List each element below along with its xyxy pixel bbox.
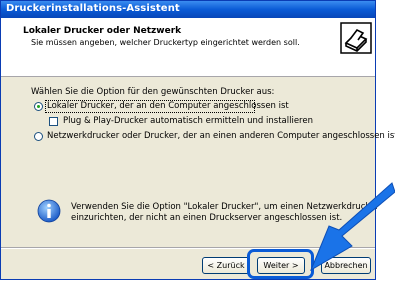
wizard-header: Lokaler Drucker oder Netzwerk Sie müssen…	[1, 18, 375, 77]
info-text-line2: einzurichten, der nicht an einen Druckse…	[71, 213, 343, 223]
info-icon	[37, 199, 61, 223]
title-bar[interactable]: Druckerinstallations-Assistent	[1, 1, 375, 18]
option-local-printer-label[interactable]: Lokaler Drucker, der an den Computer ang…	[47, 101, 289, 111]
header-title: Lokaler Drucker oder Netzwerk	[23, 26, 182, 36]
checkbox-plug-and-play[interactable]	[49, 117, 58, 126]
back-button[interactable]: < Zurück	[202, 257, 250, 274]
option-plug-and-play-label[interactable]: Plug & Play-Drucker automatisch ermittel…	[63, 116, 313, 126]
window-title: Druckerinstallations-Assistent	[6, 3, 180, 14]
next-button-highlight	[247, 249, 314, 279]
radio-local-printer[interactable]	[34, 102, 43, 111]
header-subtitle: Sie müssen angeben, welcher Druckertyp e…	[31, 38, 300, 47]
option-prompt: Wählen Sie die Option für den gewünschte…	[31, 87, 275, 97]
option-network-printer-label[interactable]: Netzwerkdrucker oder Drucker, der an ein…	[47, 131, 395, 141]
printer-icon	[340, 22, 372, 54]
radio-network-printer[interactable]	[34, 132, 43, 141]
pointer-arrow	[309, 182, 395, 272]
